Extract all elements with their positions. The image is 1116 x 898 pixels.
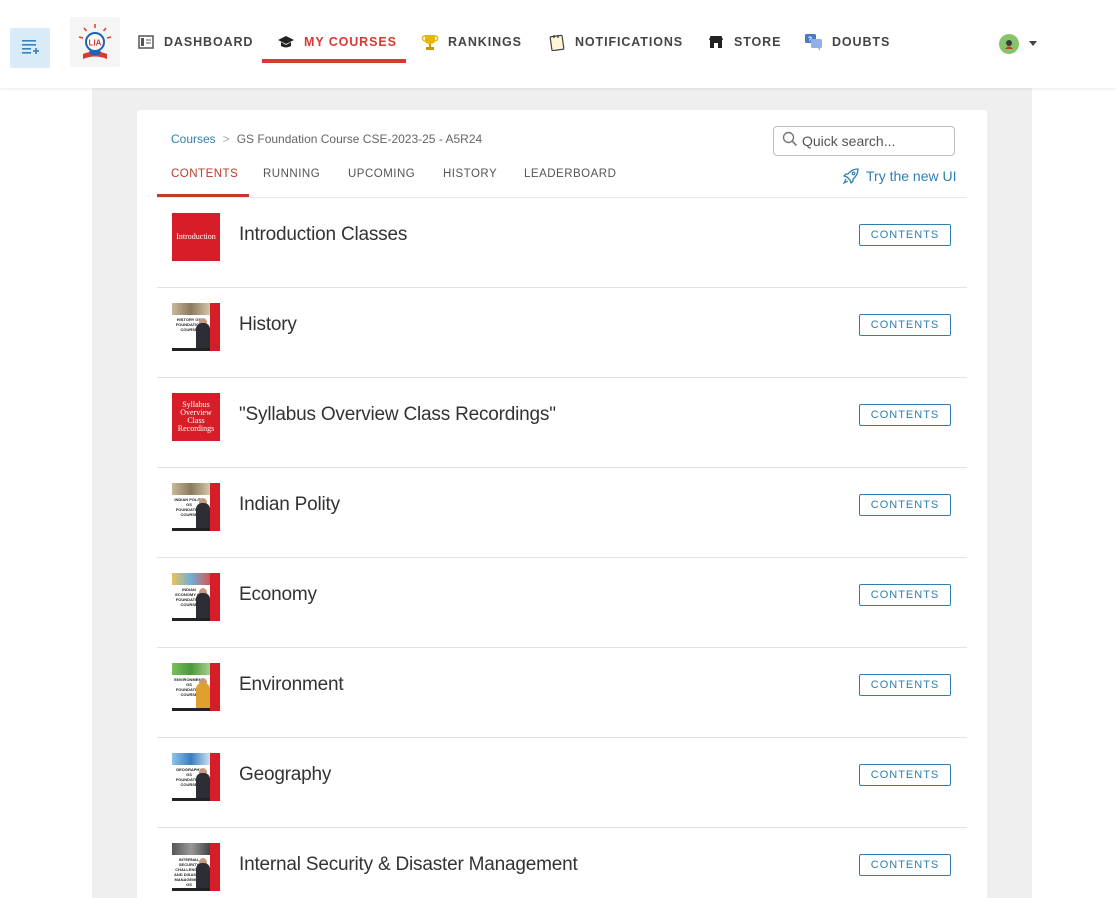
nav-doubts-label: DOUBTS <box>832 35 891 49</box>
instructor-image <box>196 323 210 349</box>
list-item[interactable]: HISTORY GS FOUNDATION COURSE History CON… <box>157 288 967 378</box>
subject-title[interactable]: Introduction Classes <box>239 224 407 246</box>
subject-title[interactable]: Indian Polity <box>239 494 340 516</box>
instructor-image <box>196 503 210 529</box>
breadcrumb-current: GS Foundation Course CSE-2023-25 - A5R24 <box>236 132 483 146</box>
user-avatar-icon <box>1005 40 1013 49</box>
dashboard-icon <box>136 32 156 52</box>
store-icon <box>706 32 726 52</box>
contents-button[interactable]: CONTENTS <box>859 674 951 696</box>
quick-search-input[interactable] <box>802 133 942 149</box>
instructor-image <box>196 593 210 619</box>
course-thumbnail: INDIAN POLITY GS FOUNDATION COURSE <box>172 483 220 531</box>
user-avatar[interactable] <box>999 34 1019 54</box>
nav-notifications[interactable]: NOTIFICATIONS <box>547 22 683 62</box>
subject-list: Introduction Introduction Classes CONTEN… <box>157 198 967 898</box>
nav-rankings[interactable]: RANKINGS <box>420 22 522 62</box>
nav-notifications-label: NOTIFICATIONS <box>575 35 683 49</box>
nav-store[interactable]: STORE <box>706 22 781 62</box>
nav-my-courses[interactable]: MY COURSES <box>276 22 397 62</box>
subject-title[interactable]: "Syllabus Overview Class Recordings" <box>239 404 556 426</box>
course-thumbnail: Introduction <box>172 213 220 261</box>
nav-my-courses-label: MY COURSES <box>304 35 397 49</box>
contents-button[interactable]: CONTENTS <box>859 314 951 336</box>
thumbnail-text: Introduction <box>176 232 216 241</box>
search-icon <box>782 131 798 152</box>
logo-text: LIA <box>89 39 102 48</box>
tab-upcoming[interactable]: UPCOMING <box>348 168 415 180</box>
try-new-ui-link[interactable]: Try the new UI <box>842 167 957 185</box>
instructor-image <box>196 773 210 799</box>
list-item[interactable]: Syllabus Overview Class Recordings "Syll… <box>157 378 967 468</box>
tab-running[interactable]: RUNNING <box>263 168 320 180</box>
subject-title[interactable]: Internal Security & Disaster Management <box>239 854 578 876</box>
course-thumbnail: INTERNAL SECURITY CHALLENGES AND DISASTE… <box>172 843 220 891</box>
subject-title[interactable]: Environment <box>239 674 344 696</box>
list-item[interactable]: INDIAN POLITY GS FOUNDATION COURSE India… <box>157 468 967 558</box>
nav-store-label: STORE <box>734 35 782 49</box>
quick-search-box[interactable] <box>773 126 955 156</box>
graduation-cap-icon <box>276 32 296 52</box>
contents-button[interactable]: CONTENTS <box>859 404 951 426</box>
chat-question-icon: ? <box>804 32 824 52</box>
instructor-image <box>196 683 210 709</box>
breadcrumb-separator: > <box>222 132 230 146</box>
subject-title[interactable]: Geography <box>239 764 331 786</box>
thumbnail-text: Syllabus Overview Class Recordings <box>177 400 215 433</box>
subject-title[interactable]: Economy <box>239 584 317 606</box>
subject-title[interactable]: History <box>239 314 297 336</box>
nav-dashboard[interactable]: DASHBOARD <box>136 22 253 62</box>
lia-logo-icon: LIA <box>78 24 112 59</box>
lia-logo[interactable]: LIA <box>70 17 120 67</box>
contents-button[interactable]: CONTENTS <box>859 584 951 606</box>
course-thumbnail: Syllabus Overview Class Recordings <box>172 393 220 441</box>
list-item[interactable]: INDIAN ECONOMY GS FOUNDATION COURSE Econ… <box>157 558 967 648</box>
breadcrumb-courses-link[interactable]: Courses <box>171 132 216 146</box>
list-item[interactable]: INTERNAL SECURITY CHALLENGES AND DISASTE… <box>157 828 967 898</box>
tab-contents[interactable]: CONTENTS <box>171 168 238 180</box>
list-item[interactable]: GEOGRAPHY GS FOUNDATION COURSE Geography… <box>157 738 967 828</box>
tab-history[interactable]: HISTORY <box>443 168 497 180</box>
contents-button[interactable]: CONTENTS <box>859 224 951 246</box>
course-thumbnail: GEOGRAPHY GS FOUNDATION COURSE <box>172 753 220 801</box>
nav-dashboard-label: DASHBOARD <box>164 35 254 49</box>
sidebar-toggle-button[interactable] <box>10 28 50 68</box>
course-thumbnail: HISTORY GS FOUNDATION COURSE <box>172 303 220 351</box>
try-new-ui-label: Try the new UI <box>866 168 957 184</box>
menu-list-icon <box>20 36 40 61</box>
contents-button[interactable]: CONTENTS <box>859 854 951 876</box>
course-thumbnail: ENVIRONMENT GS FOUNDATION COURSE <box>172 663 220 711</box>
user-menu-caret-icon[interactable] <box>1029 41 1037 46</box>
list-item[interactable]: Introduction Introduction Classes CONTEN… <box>157 198 967 288</box>
contents-button[interactable]: CONTENTS <box>859 494 951 516</box>
notepad-icon <box>547 32 567 52</box>
nav-doubts[interactable]: ? DOUBTS <box>804 22 890 62</box>
breadcrumb: Courses > GS Foundation Course CSE-2023-25… <box>171 132 482 146</box>
instructor-image <box>196 863 210 889</box>
rocket-icon <box>842 168 859 185</box>
tab-leaderboard[interactable]: LEADERBOARD <box>524 168 616 180</box>
course-thumbnail: INDIAN ECONOMY GS FOUNDATION COURSE <box>172 573 220 621</box>
list-item[interactable]: ENVIRONMENT GS FOUNDATION COURSE Environ… <box>157 648 967 738</box>
nav-rankings-label: RANKINGS <box>448 35 522 49</box>
course-card: Courses > GS Foundation Course CSE-2023-25… <box>137 110 987 898</box>
top-navbar: LIA DASHBOARD MY COURSES RANKINGS NOTIFI… <box>0 0 1116 88</box>
trophy-icon <box>420 32 440 52</box>
active-nav-indicator <box>262 59 406 63</box>
contents-button[interactable]: CONTENTS <box>859 764 951 786</box>
